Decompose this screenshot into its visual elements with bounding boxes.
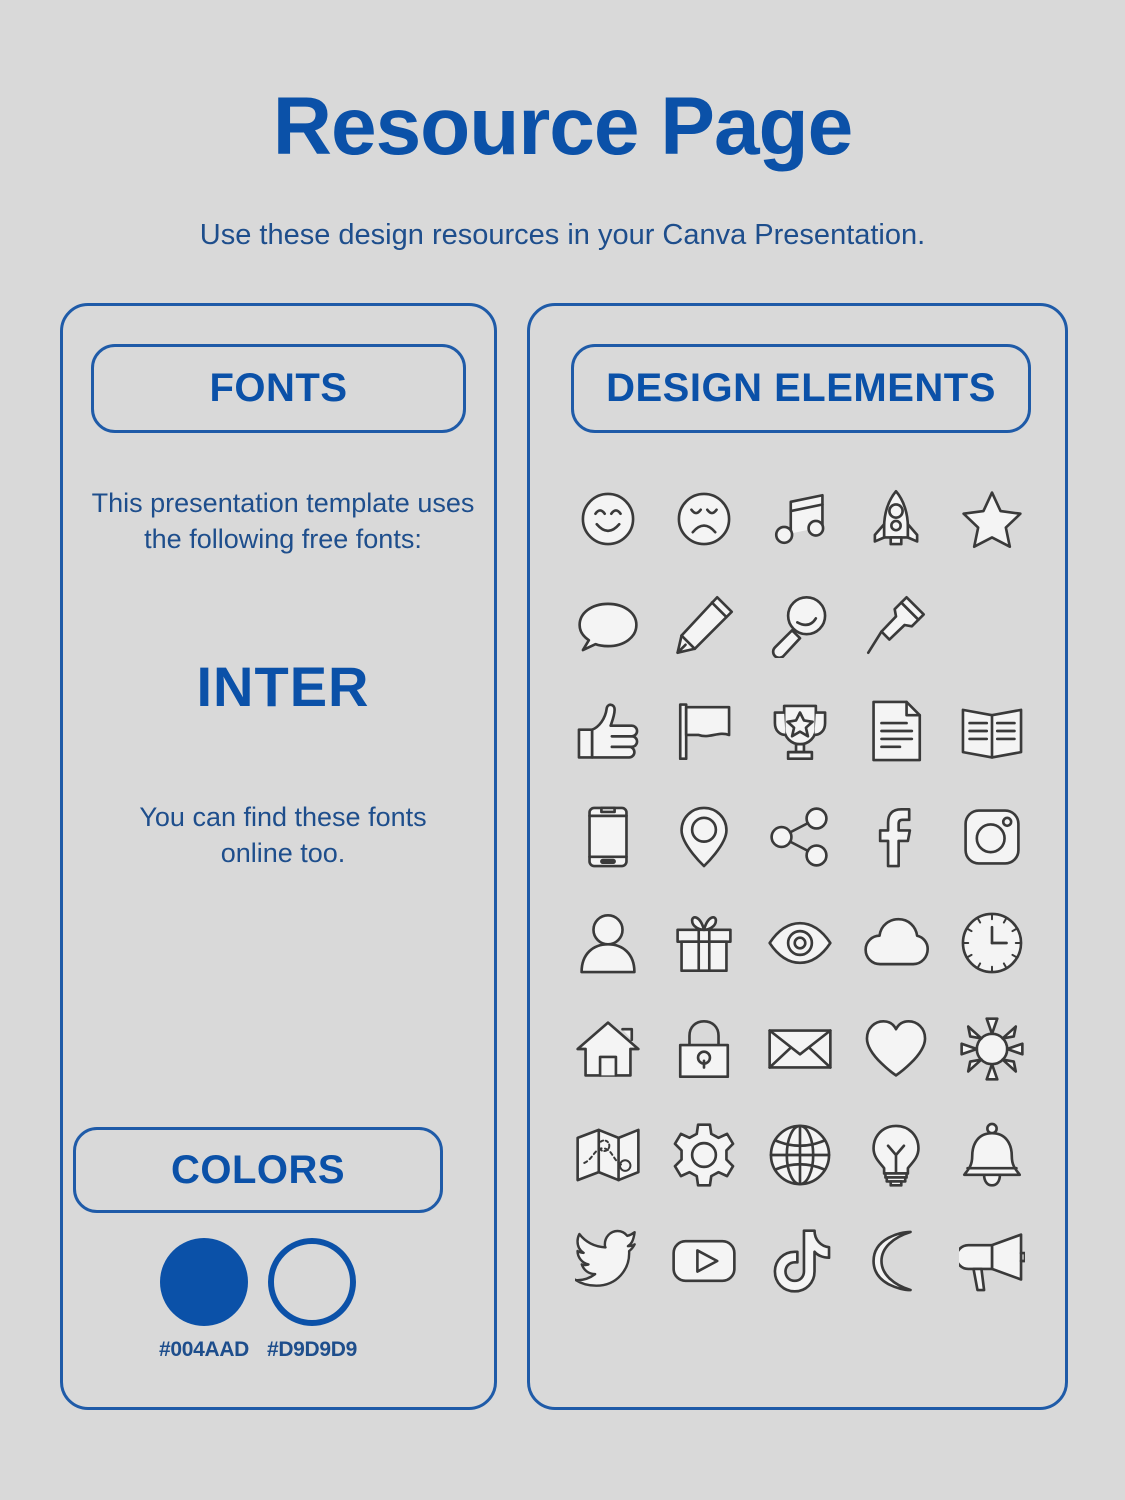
moon-icon[interactable] <box>848 1213 944 1309</box>
color-dot-primary <box>160 1238 248 1326</box>
gear-icon[interactable] <box>656 1107 752 1203</box>
fonts-section-label: FONTS <box>209 366 348 410</box>
colors-section-label: COLORS <box>170 1147 346 1192</box>
lightbulb-icon[interactable] <box>848 1107 944 1203</box>
envelope-icon[interactable] <box>752 1001 848 1097</box>
design-elements-header: DESIGN ELEMENTS <box>571 344 1031 433</box>
map-icon[interactable] <box>560 1107 656 1203</box>
globe-icon[interactable] <box>752 1107 848 1203</box>
instagram-icon[interactable] <box>944 789 1040 885</box>
color-swatch-primary[interactable]: #004AAD <box>159 1238 249 1362</box>
facebook-icon[interactable] <box>848 789 944 885</box>
rocket-icon[interactable] <box>848 471 944 567</box>
clock-icon[interactable] <box>944 895 1040 991</box>
fonts-outro-text: You can find these fonts online too. <box>139 802 427 868</box>
font-name-inter: INTER <box>196 655 370 718</box>
cloud-icon[interactable] <box>848 895 944 991</box>
flag-icon[interactable] <box>656 683 752 779</box>
share-icon[interactable] <box>752 789 848 885</box>
design-elements-label: DESIGN ELEMENTS <box>606 366 996 410</box>
magnifying-glass-icon[interactable] <box>752 577 848 673</box>
design-elements-panel: DESIGN ELEMENTS <box>527 303 1068 1410</box>
color-swatch-row: #004AAD #D9D9D9 <box>159 1238 357 1362</box>
user-avatar-icon[interactable] <box>560 895 656 991</box>
fonts-section-header: FONTS <box>91 344 466 433</box>
speech-bubble-icon[interactable] <box>560 577 656 673</box>
twitter-icon[interactable] <box>560 1213 656 1309</box>
gift-icon[interactable] <box>656 895 752 991</box>
colors-section-header: COLORS <box>73 1127 443 1213</box>
page-subtitle: Use these design resources in your Canva… <box>199 219 926 251</box>
lock-icon[interactable] <box>656 1001 752 1097</box>
icon-row <box>560 678 1040 784</box>
icon-row <box>560 996 1040 1102</box>
icon-grid <box>560 466 1040 1314</box>
color-swatch-secondary[interactable]: #D9D9D9 <box>267 1238 357 1362</box>
icon-row <box>560 466 1040 572</box>
sun-icon[interactable] <box>944 1001 1040 1097</box>
smiley-face-icon[interactable] <box>560 471 656 567</box>
fonts-intro-text: This presentation template uses the foll… <box>91 488 475 554</box>
document-icon[interactable] <box>848 683 944 779</box>
icon-row <box>560 1102 1040 1208</box>
thumbs-up-icon[interactable] <box>560 683 656 779</box>
bell-icon[interactable] <box>944 1107 1040 1203</box>
color-dot-secondary <box>268 1238 356 1326</box>
fonts-and-colors-panel: FONTS This presentation template uses th… <box>60 303 497 1410</box>
icon-row <box>560 784 1040 890</box>
pencil-icon[interactable] <box>656 577 752 673</box>
icon-row <box>560 572 1040 678</box>
eye-icon[interactable] <box>752 895 848 991</box>
icon-row <box>560 1208 1040 1314</box>
pushpin-icon[interactable] <box>848 577 944 673</box>
music-note-icon[interactable] <box>752 471 848 567</box>
tiktok-icon[interactable] <box>752 1213 848 1309</box>
trophy-icon[interactable] <box>752 683 848 779</box>
smartphone-icon[interactable] <box>560 789 656 885</box>
location-pin-icon[interactable] <box>656 789 752 885</box>
megaphone-icon[interactable] <box>944 1213 1040 1309</box>
color-hex-primary: #004AAD <box>158 1338 250 1361</box>
color-hex-secondary: #D9D9D9 <box>266 1338 358 1361</box>
icon-row <box>560 890 1040 996</box>
heart-icon[interactable] <box>848 1001 944 1097</box>
youtube-icon[interactable] <box>656 1213 752 1309</box>
star-icon[interactable] <box>944 471 1040 567</box>
sad-face-icon[interactable] <box>656 471 752 567</box>
house-icon[interactable] <box>560 1001 656 1097</box>
page-title: Resource Page <box>272 81 854 172</box>
open-book-icon[interactable] <box>944 683 1040 779</box>
